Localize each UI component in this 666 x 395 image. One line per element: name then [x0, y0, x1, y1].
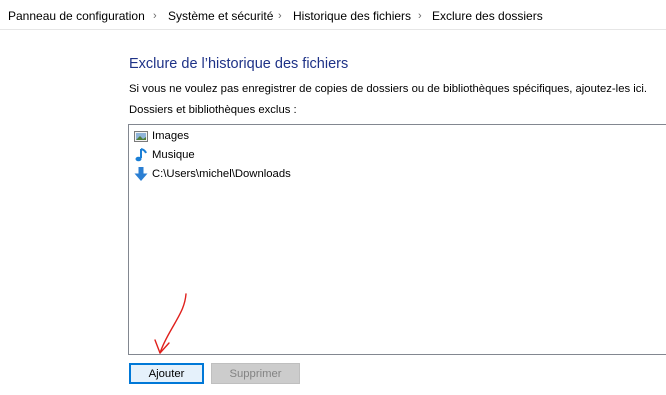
breadcrumb-separator: ›: [418, 10, 422, 22]
instructions-text: Si vous ne voulez pas enregistrer de cop…: [129, 83, 648, 95]
list-item-music[interactable]: Musique: [133, 146, 195, 164]
downloads-folder-icon: [133, 166, 149, 182]
breadcrumb-item-system-security[interactable]: Système et sécurité: [168, 9, 273, 23]
list-item-downloads[interactable]: C:\Users\michel\Downloads: [133, 165, 291, 183]
list-item-label: Images: [152, 130, 190, 142]
breadcrumb-item-control-panel[interactable]: Panneau de configuration: [8, 9, 145, 23]
breadcrumb-separator: ›: [153, 10, 157, 22]
breadcrumb-separator: ›: [278, 10, 282, 22]
add-button[interactable]: Ajouter: [129, 363, 204, 384]
breadcrumb-item-file-history[interactable]: Historique des fichiers: [293, 9, 411, 23]
excluded-folders-listbox[interactable]: Images Musique C:\Users\michel\Downloads: [128, 124, 666, 355]
list-item-label: C:\Users\michel\Downloads: [152, 168, 291, 180]
excluded-list-label: Dossiers et bibliothèques exclus :: [129, 104, 297, 116]
list-item-label: Musique: [152, 149, 195, 161]
page-title: Exclure de l’historique des fichiers: [129, 56, 349, 72]
remove-button: Supprimer: [211, 363, 300, 384]
breadcrumb-item-exclude-folders[interactable]: Exclure des dossiers: [432, 9, 543, 23]
music-library-icon: [133, 147, 149, 163]
images-library-icon: [133, 128, 149, 144]
list-item-images[interactable]: Images: [133, 127, 189, 145]
breadcrumb: Panneau de configuration › Système et sé…: [0, 0, 666, 30]
